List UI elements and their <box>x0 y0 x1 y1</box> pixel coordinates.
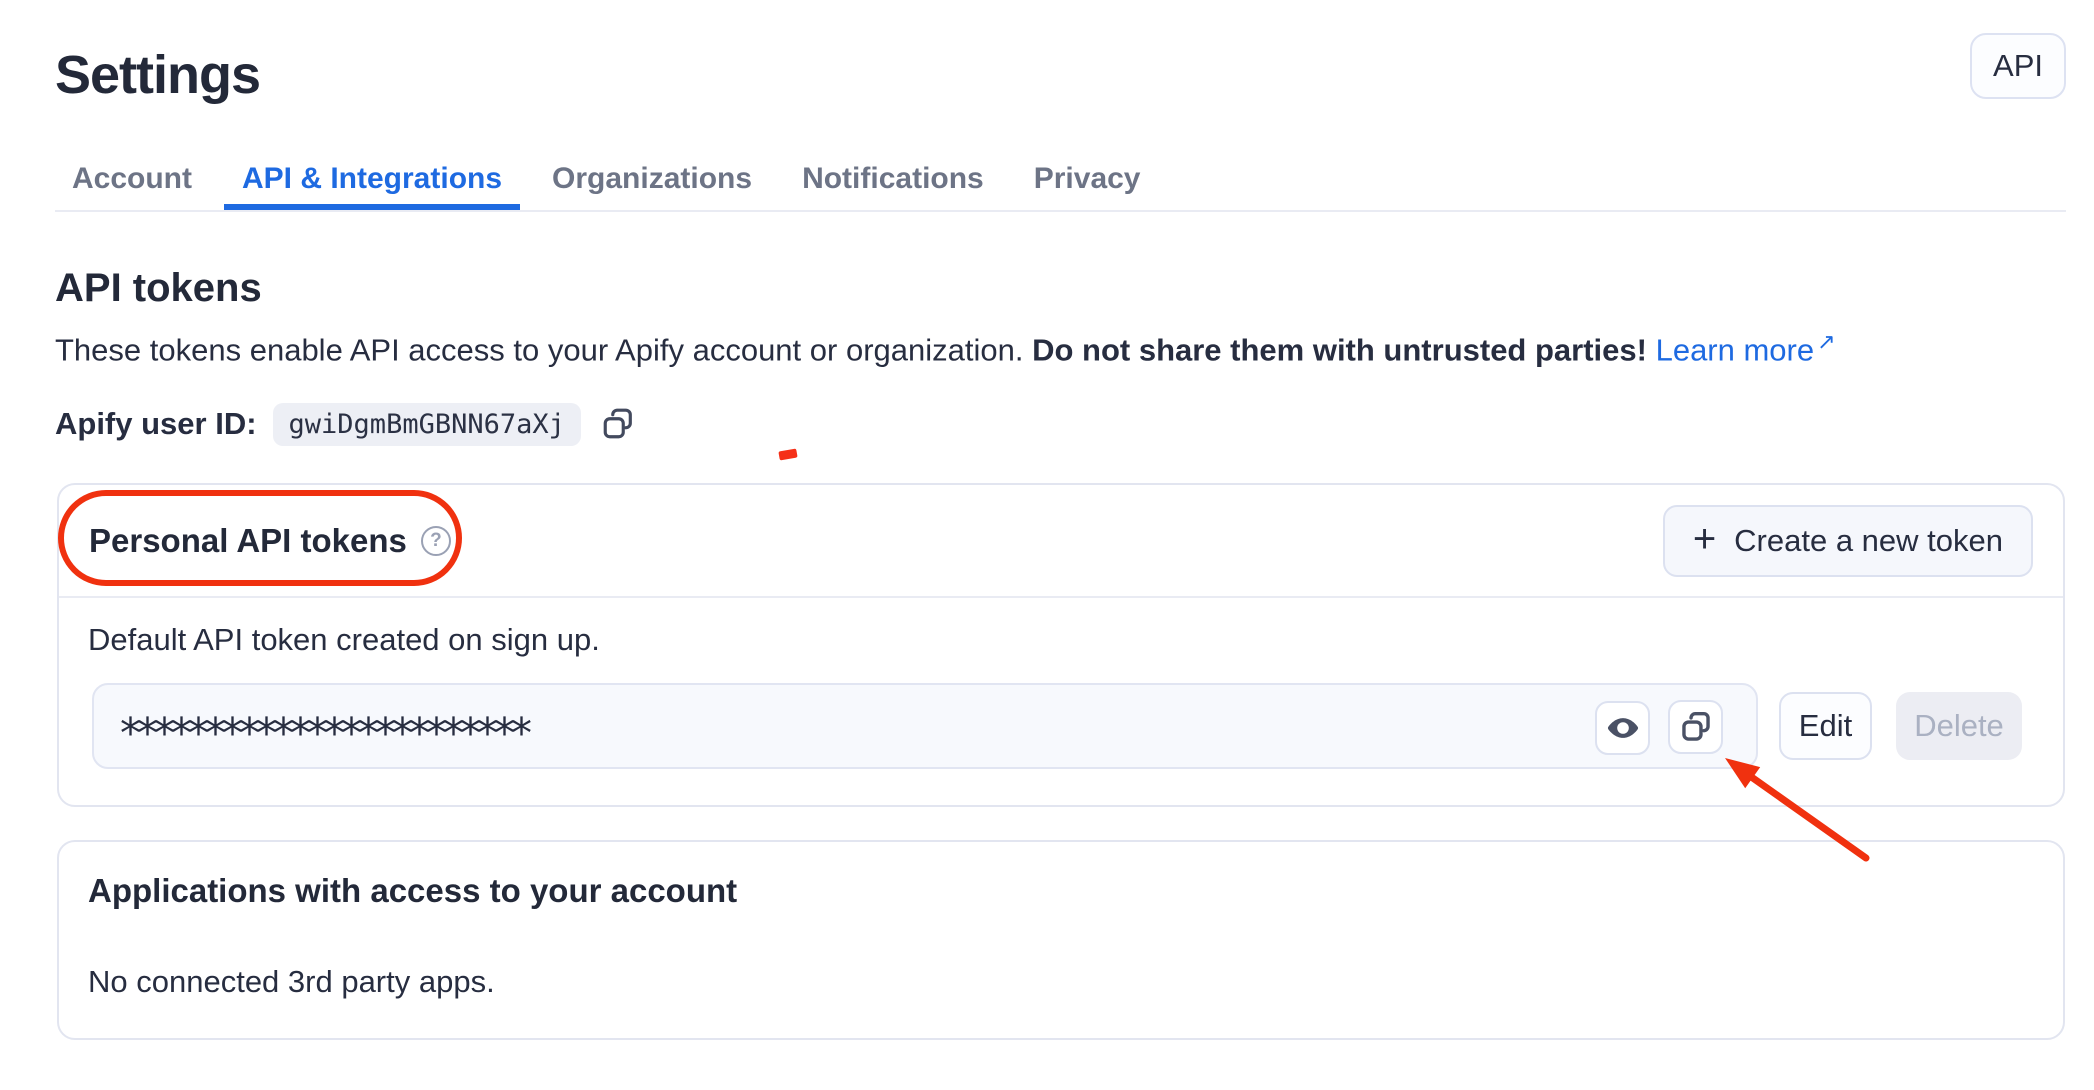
token-note: Default API token created on sign up. <box>88 620 600 660</box>
edit-token-button[interactable]: Edit <box>1779 692 1872 760</box>
delete-token-button[interactable]: Delete <box>1896 692 2022 760</box>
tab-privacy[interactable]: Privacy <box>1016 158 1159 210</box>
settings-page: Settings API Account API & Integrations … <box>0 0 2094 1090</box>
personal-tokens-title: Personal API tokens ? <box>89 522 451 560</box>
question-circle-icon[interactable]: ? <box>421 526 451 556</box>
token-masked-input[interactable]: ************************ <box>92 683 1758 769</box>
copy-icon <box>600 406 636 442</box>
user-id-value: gwiDgmBmGBNN67aXj <box>273 403 581 446</box>
plus-icon: + <box>1693 519 1716 559</box>
copy-user-id-button[interactable] <box>597 403 639 445</box>
description-text: These tokens enable API access to your A… <box>55 332 1032 367</box>
masked-token-value: ************************ <box>120 708 528 757</box>
reveal-token-button[interactable] <box>1595 701 1650 755</box>
user-id-row: Apify user ID: gwiDgmBmGBNN67aXj <box>55 400 639 448</box>
api-tokens-heading: API tokens <box>55 264 262 312</box>
tab-organizations[interactable]: Organizations <box>534 158 770 210</box>
tab-api-integrations[interactable]: API & Integrations <box>224 158 520 210</box>
external-link-icon: ↗ <box>1817 329 1835 354</box>
create-new-token-button[interactable]: + Create a new token <box>1663 505 2033 577</box>
applications-card <box>57 840 2065 1040</box>
personal-tokens-header: Personal API tokens ? + Create a new tok… <box>59 485 2063 598</box>
tab-bar: Account API & Integrations Organizations… <box>54 158 1159 210</box>
copy-token-button[interactable] <box>1668 700 1723 754</box>
applications-title: Applications with access to your account <box>88 872 737 910</box>
description-warning: Do not share them with untrusted parties… <box>1032 332 1647 367</box>
tab-account[interactable]: Account <box>54 158 210 210</box>
create-new-token-label: Create a new token <box>1734 523 2003 559</box>
annotation-dash <box>778 449 797 461</box>
api-reference-button[interactable]: API <box>1970 33 2066 99</box>
user-id-label: Apify user ID: <box>55 406 257 442</box>
copy-icon <box>1679 710 1713 744</box>
learn-more-link[interactable]: Learn more <box>1647 332 1814 367</box>
tab-notifications[interactable]: Notifications <box>784 158 1002 210</box>
personal-tokens-title-text: Personal API tokens <box>89 522 407 560</box>
tabs-divider <box>55 210 2066 212</box>
api-tokens-description: These tokens enable API access to your A… <box>55 322 1836 370</box>
page-title: Settings <box>55 46 260 105</box>
applications-empty-text: No connected 3rd party apps. <box>88 962 495 1002</box>
eye-icon <box>1606 711 1640 745</box>
